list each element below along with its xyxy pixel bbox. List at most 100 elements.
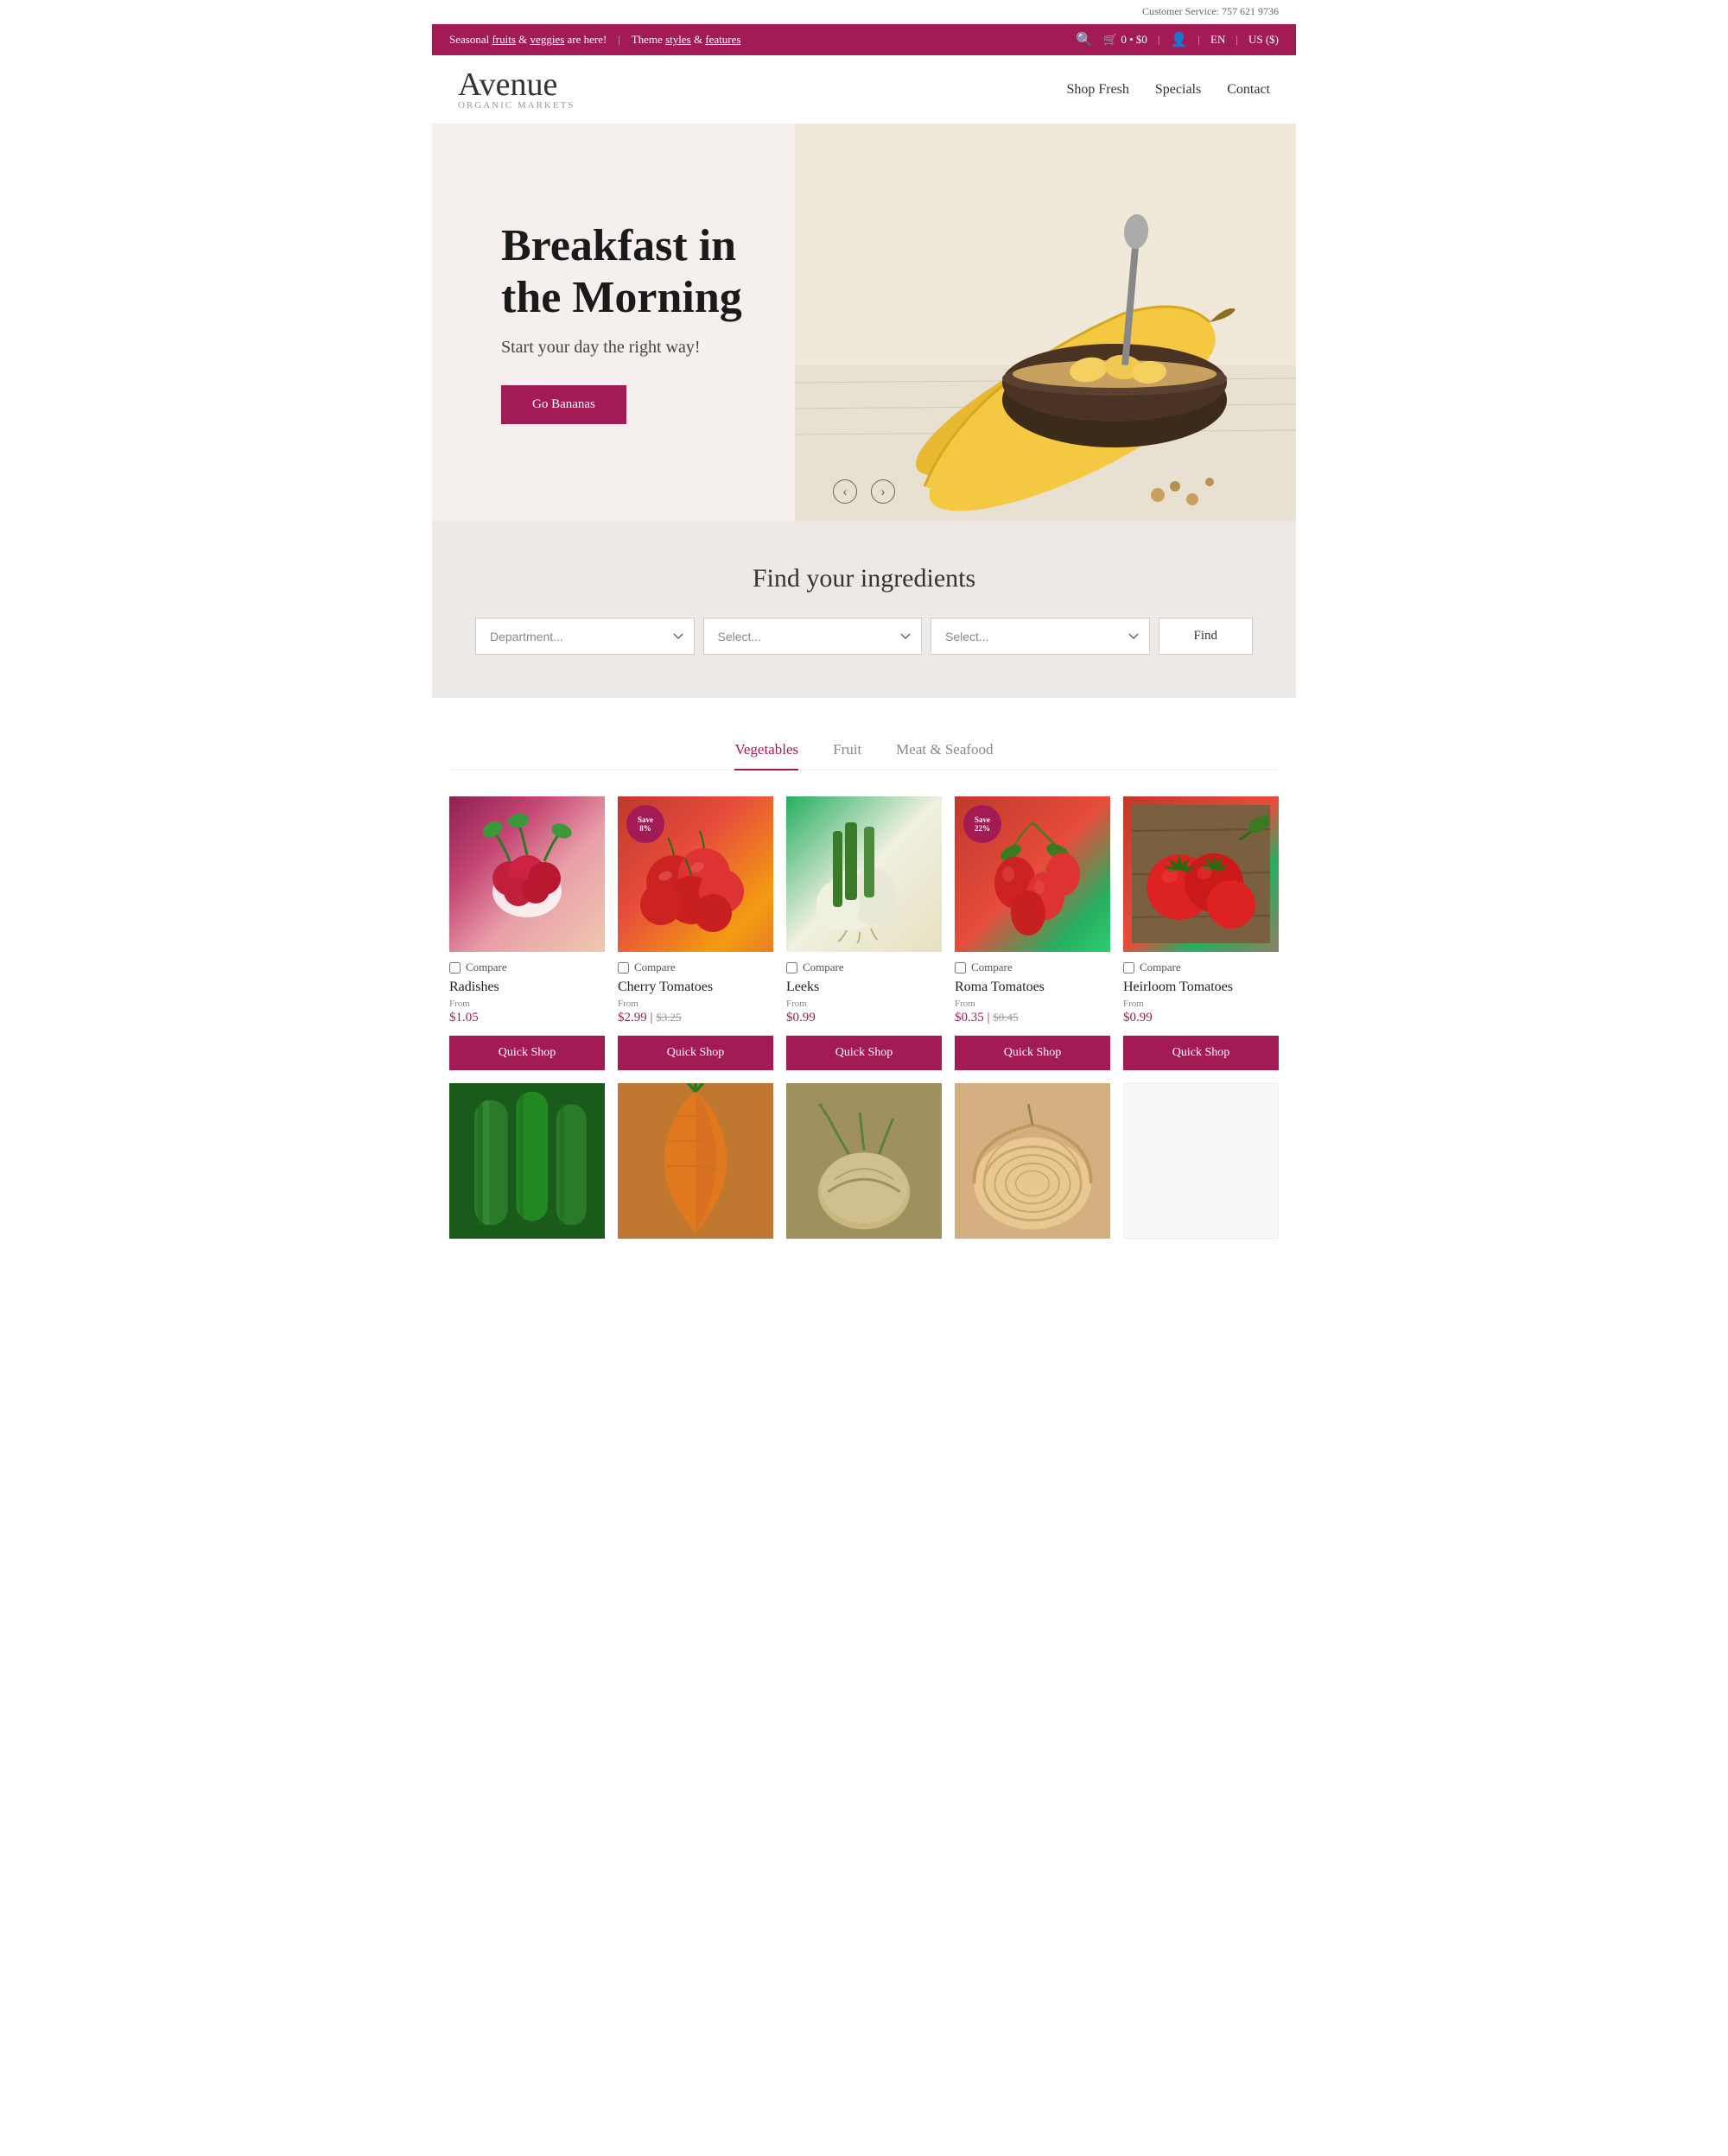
compare-checkbox-heirloom-tomatoes[interactable] bbox=[1123, 962, 1134, 973]
account-icon[interactable]: 👤 bbox=[1170, 31, 1187, 48]
announcement-text: Seasonal fruits & veggies are here! | Th… bbox=[449, 33, 740, 47]
compare-radishes: Compare bbox=[449, 961, 605, 974]
product-image-radishes bbox=[449, 796, 605, 952]
category-tabs: Vegetables Fruit Meat & Seafood bbox=[449, 741, 1279, 770]
department-select[interactable]: Department... bbox=[475, 618, 695, 655]
compare-checkbox-roma-tomatoes[interactable] bbox=[955, 962, 966, 973]
tab-fruit[interactable]: Fruit bbox=[833, 741, 861, 770]
product-grid: Compare Radishes From $1.05 Quick Shop S… bbox=[449, 796, 1279, 1070]
product-image-roma-tomatoes: Save 22% bbox=[955, 796, 1110, 952]
quick-shop-radishes[interactable]: Quick Shop bbox=[449, 1036, 605, 1070]
cart-button[interactable]: 🛒 0 • $0 bbox=[1103, 33, 1147, 47]
category-select[interactable]: Select... bbox=[703, 618, 923, 655]
product-img-placeholder bbox=[1123, 1083, 1279, 1239]
product-img-cucumber bbox=[449, 1083, 605, 1239]
compare-label: Compare bbox=[466, 961, 507, 974]
hero-image bbox=[795, 124, 1296, 521]
products-section: Vegetables Fruit Meat & Seafood bbox=[432, 698, 1296, 1265]
styles-link[interactable]: styles bbox=[665, 33, 691, 46]
quick-shop-cherry-tomatoes[interactable]: Quick Shop bbox=[618, 1036, 773, 1070]
site-header: Avenue organic markets Shop Fresh Specia… bbox=[432, 55, 1296, 124]
hero-title: Breakfast in the Morning bbox=[501, 220, 778, 324]
save-badge-cherry-tomatoes: Save 8% bbox=[626, 805, 664, 843]
compare-checkbox-cherry-tomatoes[interactable] bbox=[618, 962, 629, 973]
compare-checkbox-radishes[interactable] bbox=[449, 962, 461, 973]
nav-contact[interactable]: Contact bbox=[1227, 82, 1270, 98]
compare-leeks: Compare bbox=[786, 961, 942, 974]
tab-meat-seafood[interactable]: Meat & Seafood bbox=[896, 741, 993, 770]
product-name-roma-tomatoes: Roma Tomatoes bbox=[955, 980, 1110, 995]
product-name-leeks: Leeks bbox=[786, 980, 942, 995]
search-row: Department... Select... Select... Find bbox=[475, 618, 1253, 655]
product-grid-row2 bbox=[449, 1083, 1279, 1239]
compare-checkbox-leeks[interactable] bbox=[786, 962, 797, 973]
header-icons: 🔍 🛒 0 • $0 | 👤 | EN | US ($) bbox=[1076, 31, 1279, 48]
product-img-fennel bbox=[786, 1083, 942, 1239]
search-icon[interactable]: 🔍 bbox=[1076, 31, 1093, 48]
hero-next-button[interactable]: › bbox=[871, 479, 895, 504]
subcategory-select[interactable]: Select... bbox=[931, 618, 1150, 655]
product-price-cherry-tomatoes: $2.99 | $3.25 bbox=[618, 1011, 773, 1025]
product-card-roma-tomatoes: Save 22% bbox=[955, 796, 1110, 1070]
hero-navigation: ‹ › bbox=[833, 479, 895, 504]
product-card-heirloom-tomatoes: Compare Heirloom Tomatoes From $0.99 Qui… bbox=[1123, 796, 1279, 1070]
product-from-roma-tomatoes: From bbox=[955, 999, 1110, 1009]
compare-label-2: Compare bbox=[634, 961, 676, 974]
customer-service-bar: Customer Service: 757 621 9736 bbox=[432, 0, 1296, 24]
quick-shop-heirloom-tomatoes[interactable]: Quick Shop bbox=[1123, 1036, 1279, 1070]
product-image-leeks bbox=[786, 796, 942, 952]
logo-name: Avenue bbox=[458, 68, 575, 101]
hero-prev-button[interactable]: ‹ bbox=[833, 479, 857, 504]
product-card-cherry-tomatoes: Save 8% bbox=[618, 796, 773, 1070]
language-selector[interactable]: EN bbox=[1210, 33, 1225, 47]
quick-shop-roma-tomatoes[interactable]: Quick Shop bbox=[955, 1036, 1110, 1070]
product-name-radishes: Radishes bbox=[449, 980, 605, 995]
hero-cta-button[interactable]: Go Bananas bbox=[501, 385, 626, 424]
cart-icon: 🛒 bbox=[1103, 33, 1117, 47]
product-price-original-roma-tomatoes: $0.45 bbox=[993, 1011, 1018, 1024]
quick-shop-leeks[interactable]: Quick Shop bbox=[786, 1036, 942, 1070]
search-section: Find your ingredients Department... Sele… bbox=[432, 521, 1296, 698]
product-from-radishes: From bbox=[449, 999, 605, 1009]
product-price-leeks: $0.99 bbox=[786, 1011, 942, 1025]
hero-illustration bbox=[795, 124, 1296, 521]
product-card-leeks: Compare Leeks From $0.99 Quick Shop bbox=[786, 796, 942, 1070]
logo-subtitle: organic markets bbox=[458, 101, 575, 111]
compare-label-4: Compare bbox=[971, 961, 1013, 974]
currency-selector[interactable]: US ($) bbox=[1248, 33, 1279, 47]
fruits-link[interactable]: fruits bbox=[492, 33, 515, 46]
save-badge-roma-tomatoes: Save 22% bbox=[963, 805, 1001, 843]
logo[interactable]: Avenue organic markets bbox=[458, 68, 575, 111]
announcement-bar: Seasonal fruits & veggies are here! | Th… bbox=[432, 24, 1296, 55]
compare-label-5: Compare bbox=[1140, 961, 1181, 974]
nav-specials[interactable]: Specials bbox=[1155, 82, 1201, 98]
product-price-radishes: $1.05 bbox=[449, 1011, 605, 1025]
hero-subtitle: Start your day the right way! bbox=[501, 338, 778, 358]
product-name-heirloom-tomatoes: Heirloom Tomatoes bbox=[1123, 980, 1279, 995]
product-price-heirloom-tomatoes: $0.99 bbox=[1123, 1011, 1279, 1025]
product-img-onion bbox=[955, 1083, 1110, 1239]
product-price-original-cherry-tomatoes: $3.25 bbox=[656, 1011, 681, 1024]
features-link[interactable]: features bbox=[705, 33, 740, 46]
hero-section: Breakfast in the Morning Start your day … bbox=[432, 124, 1296, 521]
compare-cherry-tomatoes: Compare bbox=[618, 961, 773, 974]
tab-vegetables[interactable]: Vegetables bbox=[734, 741, 798, 770]
search-title: Find your ingredients bbox=[449, 564, 1279, 593]
veggies-link[interactable]: veggies bbox=[530, 33, 565, 46]
compare-roma-tomatoes: Compare bbox=[955, 961, 1110, 974]
product-from-leeks: From bbox=[786, 999, 942, 1009]
customer-service-text: Customer Service: 757 621 9736 bbox=[1142, 5, 1279, 17]
product-img-carrot bbox=[618, 1083, 773, 1239]
product-image-cherry-tomatoes: Save 8% bbox=[618, 796, 773, 952]
hero-content: Breakfast in the Morning Start your day … bbox=[432, 168, 847, 476]
compare-label-3: Compare bbox=[803, 961, 844, 974]
cart-count: 0 • $0 bbox=[1121, 33, 1147, 47]
product-name-cherry-tomatoes: Cherry Tomatoes bbox=[618, 980, 773, 995]
nav-shop-fresh[interactable]: Shop Fresh bbox=[1066, 82, 1128, 98]
product-card-radishes: Compare Radishes From $1.05 Quick Shop bbox=[449, 796, 605, 1070]
product-from-heirloom-tomatoes: From bbox=[1123, 999, 1279, 1009]
product-price-roma-tomatoes: $0.35 | $0.45 bbox=[955, 1011, 1110, 1025]
product-from-cherry-tomatoes: From bbox=[618, 999, 773, 1009]
product-image-heirloom-tomatoes bbox=[1123, 796, 1279, 952]
find-button[interactable]: Find bbox=[1159, 618, 1254, 655]
